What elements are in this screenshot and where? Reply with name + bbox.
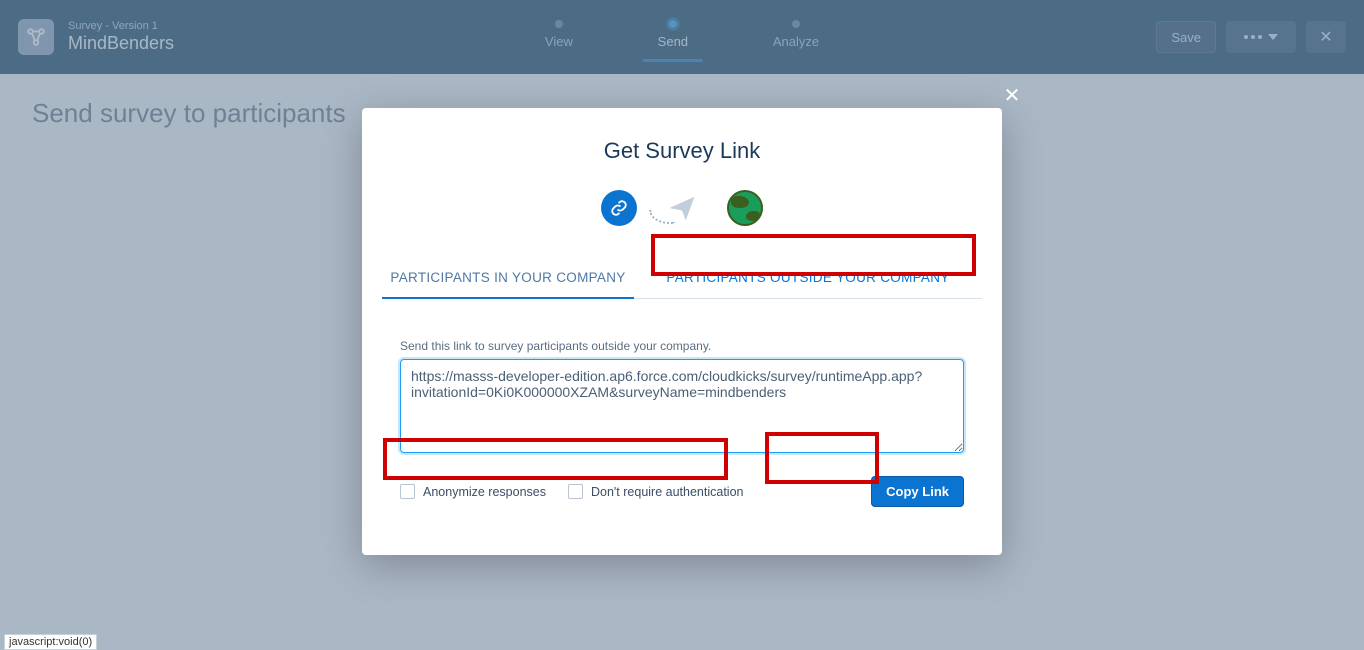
copy-link-button[interactable]: Copy Link xyxy=(871,476,964,507)
participant-tabs: PARTICIPANTS IN YOUR COMPANY PARTICIPANT… xyxy=(382,258,982,299)
tab-participants-outside[interactable]: PARTICIPANTS OUTSIDE YOUR COMPANY xyxy=(634,258,982,299)
link-method-icon[interactable] xyxy=(601,190,637,226)
modal-title: Get Survey Link xyxy=(362,138,1002,164)
noauth-label: Don't require authentication xyxy=(591,485,743,499)
modal-close-button[interactable]: ✕ xyxy=(1002,86,1022,106)
noauth-checkbox[interactable]: Don't require authentication xyxy=(568,484,743,499)
get-survey-link-modal: ✕ Get Survey Link PARTICIPANTS IN YOUR C… xyxy=(362,108,1002,555)
survey-link-textarea[interactable] xyxy=(400,359,964,453)
tab-participants-inside[interactable]: PARTICIPANTS IN YOUR COMPANY xyxy=(382,258,634,299)
link-hint: Send this link to survey participants ou… xyxy=(400,339,964,353)
email-method-icon[interactable] xyxy=(655,188,709,228)
anonymize-input[interactable] xyxy=(400,484,415,499)
options-row: Anonymize responses Don't require authen… xyxy=(362,458,1002,507)
browser-status-text: javascript:void(0) xyxy=(4,634,97,650)
plane-trail xyxy=(649,210,675,224)
anonymize-checkbox[interactable]: Anonymize responses xyxy=(400,484,546,499)
public-method-icon[interactable] xyxy=(727,190,763,226)
link-form: Send this link to survey participants ou… xyxy=(362,299,1002,458)
tab-label: PARTICIPANTS IN YOUR COMPANY xyxy=(390,270,625,285)
anonymize-label: Anonymize responses xyxy=(423,485,546,499)
tab-label: PARTICIPANTS OUTSIDE YOUR COMPANY xyxy=(666,270,949,285)
close-icon: ✕ xyxy=(1004,85,1021,107)
share-method-row xyxy=(362,188,1002,228)
noauth-input[interactable] xyxy=(568,484,583,499)
